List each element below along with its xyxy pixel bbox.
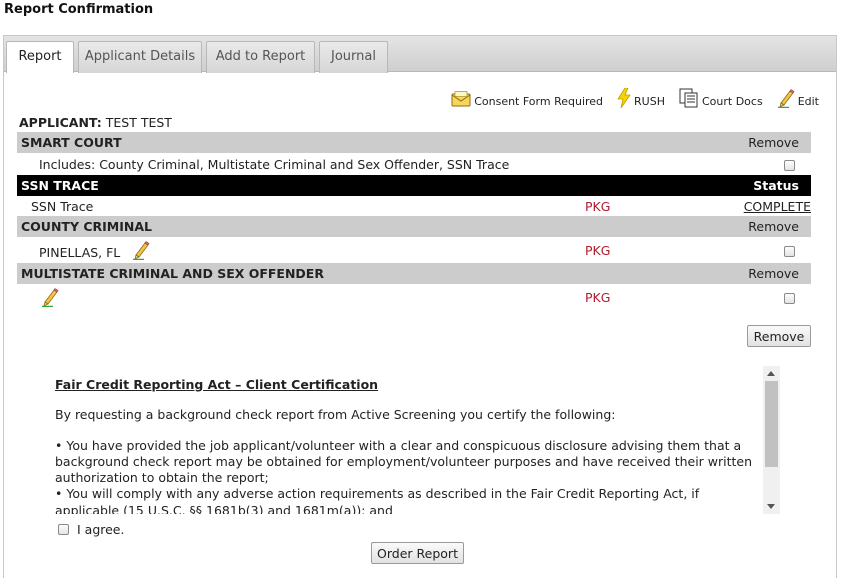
tab-add-to-report[interactable]: Add to Report bbox=[206, 41, 315, 73]
certification-scrollbar[interactable] bbox=[763, 366, 780, 514]
tab-applicant-details[interactable]: Applicant Details bbox=[78, 41, 202, 73]
county-criminal-item: PINELLAS, FL bbox=[39, 245, 121, 260]
certification-text-box[interactable]: Fair Credit Reporting Act – Client Certi… bbox=[52, 366, 780, 514]
agree-checkbox[interactable] bbox=[58, 524, 69, 535]
ssn-trace-pkg: PKG bbox=[585, 198, 611, 214]
ssn-trace-status-header: Status bbox=[701, 175, 811, 196]
certification-bullet-2: • You will comply with any adverse actio… bbox=[55, 486, 700, 514]
multistate-remove-checkbox[interactable] bbox=[783, 292, 795, 304]
ssn-trace-title: SSN TRACE bbox=[17, 175, 701, 196]
smart-court-remove-header: Remove bbox=[701, 132, 811, 153]
tab-bar: Report Applicant Details Add to Report J… bbox=[4, 36, 836, 73]
multistate-remove-header: Remove bbox=[701, 263, 811, 284]
rush-button[interactable]: RUSH bbox=[617, 88, 665, 108]
envelope-icon bbox=[451, 91, 471, 107]
pencil-icon[interactable] bbox=[132, 240, 150, 261]
scroll-down-arrow-icon[interactable] bbox=[767, 504, 775, 509]
remove-button[interactable]: Remove bbox=[747, 325, 811, 347]
scroll-thumb[interactable] bbox=[765, 381, 778, 467]
report-items-table: SMART COURT Remove Includes: County Crim… bbox=[17, 132, 811, 310]
smart-court-header-row: SMART COURT Remove bbox=[17, 132, 811, 153]
tab-report[interactable]: Report bbox=[6, 41, 74, 73]
smart-court-includes-row: Includes: County Criminal, Multistate Cr… bbox=[17, 153, 811, 175]
multistate-header-row: MULTISTATE CRIMINAL AND SEX OFFENDER Rem… bbox=[17, 263, 811, 284]
ssn-trace-item: SSN Trace bbox=[31, 198, 94, 214]
applicant-line: APPLICANT: TEST TEST bbox=[19, 115, 172, 130]
edit-label: Edit bbox=[797, 95, 819, 108]
ssn-trace-status-link[interactable]: COMPLETE bbox=[744, 199, 811, 214]
consent-form-label: Consent Form Required bbox=[474, 95, 604, 108]
documents-icon bbox=[679, 88, 698, 108]
certification-intro: By requesting a background check report … bbox=[55, 407, 616, 423]
tab-journal[interactable]: Journal bbox=[319, 41, 388, 73]
lightning-icon bbox=[617, 88, 631, 108]
multistate-row: PKG bbox=[17, 284, 811, 310]
edit-button[interactable]: Edit bbox=[777, 88, 819, 108]
county-criminal-pkg: PKG bbox=[585, 242, 611, 258]
applicant-label: APPLICANT: bbox=[19, 115, 102, 130]
multistate-item-cell bbox=[17, 284, 581, 310]
court-docs-label: Court Docs bbox=[701, 95, 763, 108]
ssn-trace-row: SSN Trace PKG COMPLETE bbox=[17, 196, 811, 216]
pencil-icon bbox=[777, 89, 795, 108]
certification-bullet-1: • You have provided the job applicant/vo… bbox=[55, 437, 753, 486]
county-criminal-row: PINELLAS, FL PKG bbox=[17, 237, 811, 263]
report-toolbar: Consent Form Required RUSH Court Docs Ed… bbox=[451, 88, 819, 108]
consent-form-button[interactable]: Consent Form Required bbox=[451, 88, 603, 108]
agree-label: I agree. bbox=[77, 522, 125, 537]
multistate-pkg: PKG bbox=[585, 289, 611, 305]
county-criminal-remove-checkbox[interactable] bbox=[783, 245, 795, 257]
agree-row: I agree. bbox=[58, 522, 124, 537]
multistate-title: MULTISTATE CRIMINAL AND SEX OFFENDER bbox=[17, 263, 701, 284]
smart-court-includes: Includes: County Criminal, Multistate Cr… bbox=[39, 156, 510, 172]
smart-court-title: SMART COURT bbox=[17, 132, 701, 153]
county-criminal-header-row: COUNTY CRIMINAL Remove bbox=[17, 216, 811, 237]
order-report-button[interactable]: Order Report bbox=[371, 542, 464, 564]
scroll-up-arrow-icon[interactable] bbox=[767, 371, 775, 376]
county-criminal-remove-header: Remove bbox=[701, 216, 811, 237]
smart-court-remove-checkbox[interactable] bbox=[783, 159, 795, 171]
rush-label: RUSH bbox=[634, 95, 665, 108]
court-docs-button[interactable]: Court Docs bbox=[679, 88, 763, 108]
county-criminal-title: COUNTY CRIMINAL bbox=[17, 216, 701, 237]
page-title: Report Confirmation bbox=[4, 2, 154, 17]
county-criminal-item-cell: PINELLAS, FL bbox=[17, 237, 581, 263]
pencil-icon[interactable] bbox=[41, 287, 59, 308]
ssn-trace-header-row: SSN TRACE Status bbox=[17, 175, 811, 196]
applicant-name: TEST TEST bbox=[105, 115, 172, 130]
certification-heading: Fair Credit Reporting Act – Client Certi… bbox=[55, 377, 379, 392]
